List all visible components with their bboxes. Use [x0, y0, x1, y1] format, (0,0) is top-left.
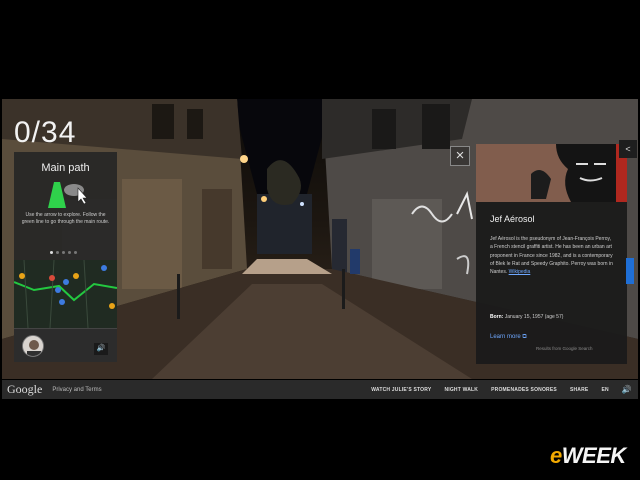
learn-more-link[interactable]: Learn more ⧉: [490, 334, 527, 341]
location-counter: 0/34: [14, 116, 77, 149]
close-button[interactable]: ×: [450, 146, 470, 166]
footer-nav-night-walk[interactable]: NIGHT WALK: [444, 387, 478, 393]
main-path-description: Use the arrow to explore. Follow the gre…: [21, 212, 110, 225]
pagination-dot[interactable]: [68, 251, 71, 254]
eweek-watermark: eWEEK: [550, 443, 626, 469]
google-logo[interactable]: Google: [7, 382, 42, 397]
watermark-e: e: [550, 443, 562, 468]
born-label: Born:: [490, 314, 504, 320]
route-map-graphic: [14, 260, 117, 328]
guide-avatar[interactable]: [22, 335, 44, 357]
person-icon: [23, 336, 43, 356]
artist-name: Jef Aérosol: [490, 214, 535, 224]
pagination-dots[interactable]: [50, 251, 77, 254]
next-location-arrow[interactable]: [626, 258, 634, 284]
street-view-window: 0/34 Main path Use the arrow to explore.…: [0, 0, 640, 480]
wikipedia-link[interactable]: Wikipedia: [509, 269, 531, 275]
main-path-title: Main path: [41, 162, 90, 174]
speaker-icon[interactable]: 🔊: [94, 343, 108, 355]
footer-nav-promenades[interactable]: PROMENADES SONORES: [491, 387, 557, 393]
watermark-week: WEEK: [561, 443, 627, 468]
pagination-dot[interactable]: [74, 251, 77, 254]
share-icon[interactable]: <: [619, 140, 637, 158]
privacy-terms-link[interactable]: Privacy and Terms: [52, 387, 101, 393]
artist-info-panel: Jef Aérosol Jef Aérosol is the pseudonym…: [476, 144, 627, 364]
walk-arrow-icon[interactable]: [44, 178, 94, 210]
pagination-dot[interactable]: [62, 251, 65, 254]
pagination-dot[interactable]: [56, 251, 59, 254]
search-source-label: Results from Google Search: [536, 346, 593, 351]
artist-artwork-image: [476, 144, 627, 202]
footer-nav-language[interactable]: EN: [601, 387, 608, 393]
artist-description: Jef Aérosol is the pseudonym of Jean-Fra…: [490, 235, 614, 276]
footer-nav: WATCH JULIE'S STORY NIGHT WALK PROMENADE…: [371, 380, 632, 399]
stencil-portrait-graphic: [476, 144, 627, 202]
artist-born: Born: January 15, 1957 (age 57): [490, 314, 616, 320]
footer-nav-share[interactable]: SHARE: [570, 387, 589, 393]
main-path-panel: Main path Use the arrow to explore. Foll…: [14, 152, 117, 362]
volume-icon[interactable]: 🔊: [622, 385, 632, 394]
born-value: January 15, 1957 (age 57): [504, 314, 564, 320]
route-map[interactable]: [14, 260, 117, 328]
footer-bar: Google Privacy and Terms WATCH JULIE'S S…: [2, 380, 638, 399]
guide-bar: 🔊: [14, 328, 117, 362]
pagination-dot[interactable]: [50, 251, 53, 254]
footer-nav-watch-story[interactable]: WATCH JULIE'S STORY: [371, 387, 431, 393]
